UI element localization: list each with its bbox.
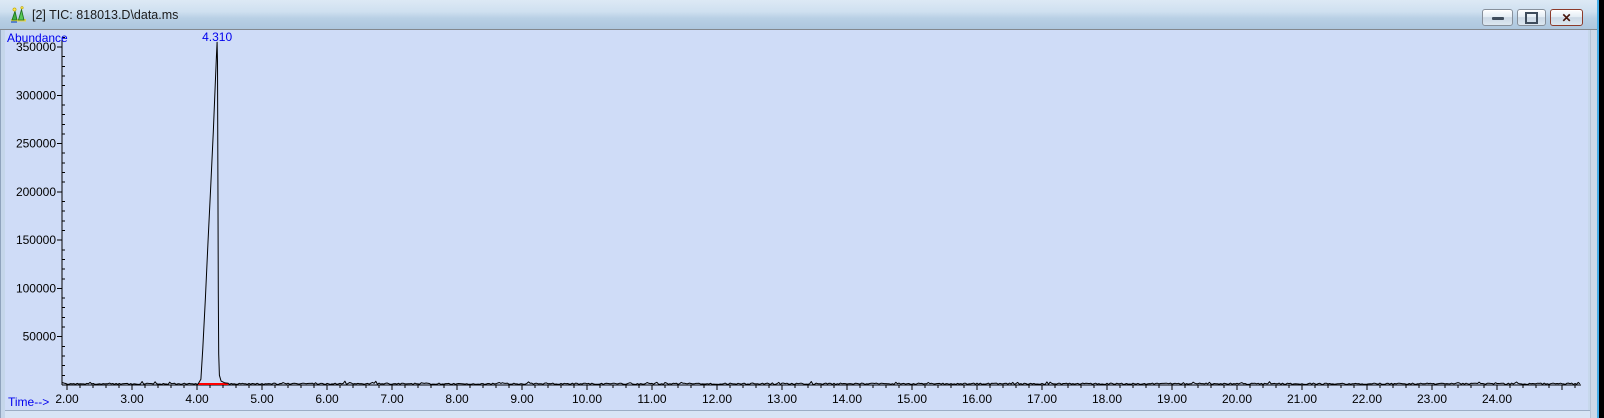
y-tick-label: 150000 <box>16 233 56 247</box>
window-title: [2] TIC: 818013.D\data.ms <box>32 8 178 22</box>
chromatogram-plot[interactable]: 2.00 3.00 4.00 5.00 6.00 7.00 8.00 9.00 10.00 11.… <box>5 30 1588 410</box>
x-tick-label: 8.00 <box>445 392 469 406</box>
x-tick-label: 17.00 <box>1027 392 1057 406</box>
x-tick-label: 3.00 <box>120 392 144 406</box>
x-axis-title: Time--> <box>8 395 49 409</box>
minimize-icon <box>1492 17 1504 20</box>
maximize-icon <box>1525 12 1538 24</box>
x-tick-label: 12.00 <box>702 392 732 406</box>
x-tick-label: 13.00 <box>767 392 797 406</box>
x-tick-label: 20.00 <box>1222 392 1252 406</box>
chromatogram-window: [2] TIC: 818013.D\data.ms ✕ 2.00 3.00 4.00… <box>0 0 1597 418</box>
close-icon: ✕ <box>1561 12 1571 24</box>
window-edge-accent <box>1597 0 1599 418</box>
x-tick-label: 16.00 <box>962 392 992 406</box>
titlebar[interactable]: [2] TIC: 818013.D\data.ms ✕ <box>0 0 1597 30</box>
x-tick-label: 7.00 <box>380 392 404 406</box>
x-tick-label: 6.00 <box>315 392 339 406</box>
y-tick-label: 200000 <box>16 185 56 199</box>
y-tick-label: 300000 <box>16 88 56 102</box>
x-tick-label: 14.00 <box>832 392 862 406</box>
x-tick-label: 21.00 <box>1287 392 1317 406</box>
window-frame-right <box>1590 30 1597 418</box>
x-tick-label: 5.00 <box>250 392 274 406</box>
x-tick-label: 15.00 <box>897 392 927 406</box>
x-tick-label: 4.00 <box>185 392 209 406</box>
x-tick-label: 2.00 <box>55 392 79 406</box>
chromatogram-icon <box>10 6 27 23</box>
y-axis-title: Abundance <box>7 31 68 45</box>
x-tick-label: 10.00 <box>572 392 602 406</box>
x-tick-label: 11.00 <box>637 392 666 406</box>
x-tick-label: 18.00 <box>1092 392 1122 406</box>
plot-area: 2.00 3.00 4.00 5.00 6.00 7.00 8.00 9.00 10.00 11.… <box>5 30 1588 410</box>
window-frame-bottom <box>5 410 1590 418</box>
peak-rt-label: 4.310 <box>202 30 232 44</box>
y-tick-label: 250000 <box>16 137 56 151</box>
x-tick-label: 19.00 <box>1157 392 1187 406</box>
x-tick-label: 23.00 <box>1417 392 1447 406</box>
y-tick-label: 100000 <box>16 281 56 295</box>
y-tick-label: 50000 <box>23 330 57 344</box>
maximize-button[interactable] <box>1517 9 1546 26</box>
x-tick-label: 24.00 <box>1482 392 1512 406</box>
screen: [2] TIC: 818013.D\data.ms ✕ 2.00 3.00 4.00… <box>0 0 1604 418</box>
x-tick-label: 22.00 <box>1352 392 1382 406</box>
tic-trace <box>62 42 1580 384</box>
window-controls: ✕ <box>1478 9 1583 26</box>
minimize-button[interactable] <box>1482 9 1513 26</box>
x-tick-label: 9.00 <box>510 392 534 406</box>
close-button[interactable]: ✕ <box>1550 9 1583 26</box>
